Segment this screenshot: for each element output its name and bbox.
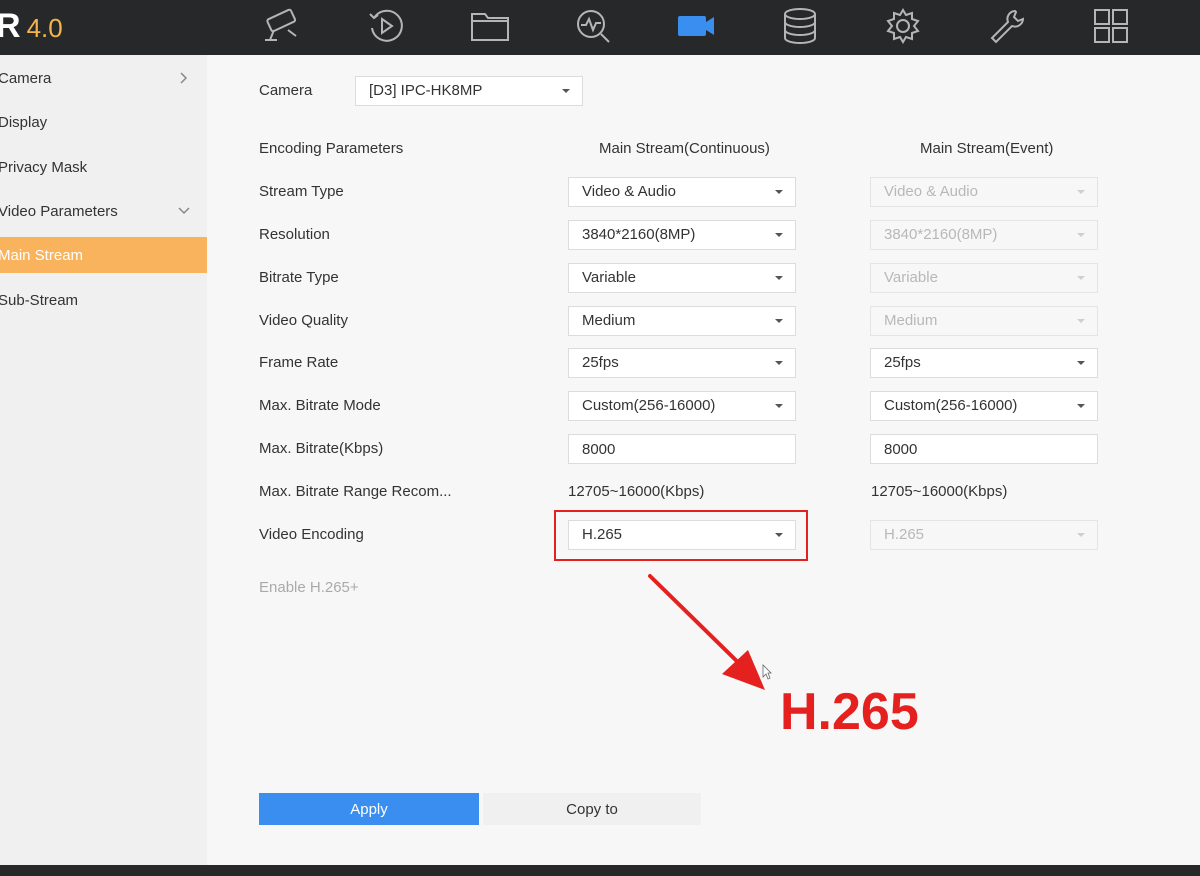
caret-down-icon (1077, 233, 1085, 237)
settings-icon[interactable] (878, 3, 928, 49)
bitrate-type-label: Bitrate Type (259, 269, 339, 286)
select-value: 3840*2160(8MP) (884, 226, 998, 243)
red-arrow-icon (648, 574, 765, 690)
chevron-down-icon (178, 207, 190, 215)
enable-h265-plus-label: Enable H.265+ (259, 579, 359, 596)
sidebar-item-camera[interactable]: Camera (0, 60, 207, 96)
mouse-cursor-icon (762, 664, 772, 680)
max-bitrate-event-input[interactable] (870, 434, 1098, 464)
caret-down-icon (1077, 533, 1085, 537)
select-value: H.265 (884, 526, 925, 543)
select-value: Video & Audio (884, 183, 978, 200)
caret-down-icon (775, 404, 783, 408)
sidebar-item-label: Sub-Stream (0, 291, 79, 309)
select-value: Video & Audio (582, 183, 676, 200)
sidebar-item-video-parameters[interactable]: Video Parameters (0, 193, 207, 229)
encoding-parameters-header: Encoding Parameters (259, 140, 404, 157)
chevron-right-icon (180, 72, 188, 84)
bottom-bar (0, 865, 1200, 876)
select-value: 3840*2160(8MP) (582, 226, 696, 243)
resolution-event-select: 3840*2160(8MP) (870, 220, 1098, 250)
caret-down-icon (1077, 276, 1085, 280)
sidebar-item-label: Main Stream (0, 246, 84, 264)
sidebar-item-display[interactable]: Display (0, 104, 207, 140)
caret-down-icon (1077, 190, 1085, 194)
resolution-continuous-select[interactable]: 3840*2160(8MP) (568, 220, 796, 250)
caret-down-icon (1077, 319, 1085, 323)
bitrate-type-continuous-select[interactable]: Variable (568, 263, 796, 293)
continuous-column-header: Main Stream(Continuous) (599, 140, 770, 157)
video-encoding-event-select: H.265 (870, 520, 1098, 550)
sidebar-item-label: Camera (0, 69, 52, 87)
caret-down-icon (1077, 404, 1085, 408)
copy-to-button[interactable]: Copy to (483, 793, 701, 825)
maintenance-icon[interactable] (982, 3, 1032, 49)
frame-rate-event-select[interactable]: 25fps (870, 348, 1098, 378)
camera-label: Camera (259, 82, 313, 99)
video-icon[interactable] (671, 3, 721, 49)
caret-down-icon (562, 89, 570, 93)
stream-type-event-select: Video & Audio (870, 177, 1098, 207)
search-analysis-icon[interactable] (568, 3, 618, 49)
playback-icon[interactable] (361, 3, 411, 49)
app-logo: R 4.0 (0, 6, 63, 46)
bitrate-range-event-value: 12705~16000(Kbps) (871, 483, 1008, 500)
event-column-header: Main Stream(Event) (920, 140, 1054, 157)
folder-icon[interactable] (465, 3, 515, 49)
caret-down-icon (775, 319, 783, 323)
video-encoding-label: Video Encoding (259, 526, 364, 543)
stream-type-label: Stream Type (259, 183, 344, 200)
select-value: 25fps (582, 354, 619, 371)
storage-icon[interactable] (775, 3, 825, 49)
select-value: Medium (582, 312, 636, 329)
camera-select-value: [D3] IPC-HK8MP (369, 82, 483, 99)
select-value: Medium (884, 312, 938, 329)
sidebar: Camera Display Privacy Mask Video Parame… (0, 55, 207, 865)
max-bitrate-label: Max. Bitrate(Kbps) (259, 440, 384, 457)
frame-rate-label: Frame Rate (259, 354, 339, 371)
bitrate-type-event-select: Variable (870, 263, 1098, 293)
video-quality-event-select: Medium (870, 306, 1098, 336)
logo-letter: R (0, 7, 21, 45)
video-quality-label: Video Quality (259, 312, 348, 329)
sidebar-item-label: Display (0, 113, 48, 131)
select-value: Variable (884, 269, 938, 286)
max-bitrate-mode-event-select[interactable]: Custom(256-16000) (870, 391, 1098, 421)
sidebar-item-main-stream[interactable]: Main Stream (0, 237, 207, 273)
stream-type-continuous-select[interactable]: Video & Audio (568, 177, 796, 207)
apply-button[interactable]: Apply (259, 793, 479, 825)
top-nav-bar: R 4.0 (0, 0, 1200, 55)
sidebar-item-label: Video Parameters (0, 202, 118, 220)
frame-rate-continuous-select[interactable]: 25fps (568, 348, 796, 378)
camera-select[interactable]: [D3] IPC-HK8MP (355, 76, 583, 106)
video-quality-continuous-select[interactable]: Medium (568, 306, 796, 336)
highlight-box (554, 510, 808, 561)
sidebar-item-privacy-mask[interactable]: Privacy Mask (0, 149, 207, 185)
select-value: Custom(256-16000) (884, 397, 1018, 414)
bitrate-range-recommend-label: Max. Bitrate Range Recom... (259, 483, 452, 500)
select-value: Custom(256-16000) (582, 397, 716, 414)
max-bitrate-continuous-input[interactable] (568, 434, 796, 464)
caret-down-icon (775, 361, 783, 365)
max-bitrate-mode-continuous-select[interactable]: Custom(256-16000) (568, 391, 796, 421)
h265-annotation-text: H.265 (780, 683, 919, 741)
camera-icon[interactable] (257, 3, 307, 49)
sidebar-item-label: Privacy Mask (0, 158, 88, 176)
caret-down-icon (775, 233, 783, 237)
select-value: Variable (582, 269, 636, 286)
caret-down-icon (775, 276, 783, 280)
caret-down-icon (775, 190, 783, 194)
resolution-label: Resolution (259, 226, 330, 243)
max-bitrate-mode-label: Max. Bitrate Mode (259, 397, 381, 414)
logo-version: 4.0 (26, 13, 63, 43)
select-value: 25fps (884, 354, 921, 371)
grid-icon[interactable] (1086, 3, 1136, 49)
bitrate-range-continuous-value: 12705~16000(Kbps) (568, 483, 705, 500)
sidebar-item-sub-stream[interactable]: Sub-Stream (0, 282, 207, 318)
caret-down-icon (1077, 361, 1085, 365)
